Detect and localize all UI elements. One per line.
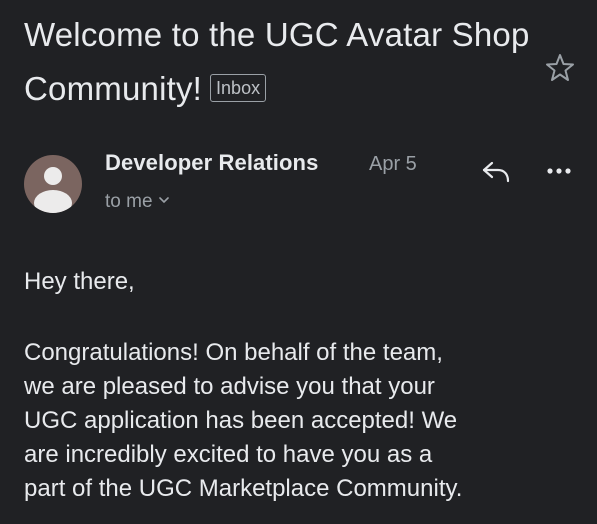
email-subject-row: Welcome to the UGC Avatar Shop Community… [24, 8, 534, 116]
sender-name[interactable]: Developer Relations [105, 150, 318, 176]
email-date: Apr 5 [369, 153, 417, 175]
inbox-label-badge[interactable]: Inbox [210, 74, 267, 102]
reply-icon[interactable] [480, 158, 512, 186]
star-icon[interactable] [544, 52, 576, 84]
sender-avatar[interactable] [24, 155, 82, 213]
chevron-down-icon [158, 188, 169, 210]
recipient-label: to me [105, 191, 153, 212]
email-subject: Welcome to the UGC Avatar Shop Community… [24, 16, 530, 107]
recipient-details-toggle[interactable]: to me [105, 188, 169, 213]
default-avatar-icon [34, 167, 72, 213]
email-body: Congratulations! On behalf of the team, … [24, 339, 463, 502]
more-icon[interactable] [544, 164, 574, 176]
email-greeting: Hey there, [24, 268, 135, 295]
